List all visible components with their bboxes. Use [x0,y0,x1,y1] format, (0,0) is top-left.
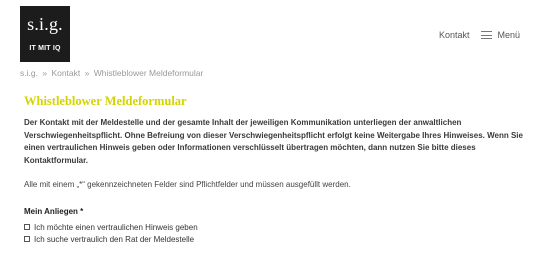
option-label: Ich möchte einen vertraulichen Hinweis g… [34,222,198,232]
site-logo[interactable]: s.i.g. IT MIT IQ [20,6,70,62]
option-seek-advice[interactable]: Ich suche vertraulich den Rat der Meldes… [24,233,524,245]
menu-button[interactable]: Menü [481,30,520,40]
required-fields-note: Alle mit einem „*“ gekennzeichneten Feld… [24,180,351,189]
breadcrumb: s.i.g. » Kontakt » Whistleblower Meldefo… [20,68,203,78]
nav-link-kontakt[interactable]: Kontakt [439,30,470,40]
breadcrumb-separator: » [84,68,90,78]
breadcrumb-current: Whistleblower Meldeformular [93,68,204,78]
option-label: Ich suche vertraulich den Rat der Meldes… [34,234,195,244]
breadcrumb-kontakt[interactable]: Kontakt [51,68,80,78]
option-confidential-tip[interactable]: Ich möchte einen vertraulichen Hinweis g… [24,221,524,233]
main-content: Whistleblower Meldeformular Der Kontakt … [24,93,524,245]
checkbox-seek-advice[interactable] [24,236,30,242]
hamburger-icon [481,31,493,39]
concern-options: Ich möchte einen vertraulichen Hinweis g… [24,221,524,245]
checkbox-confidential-tip[interactable] [24,224,30,230]
top-nav: Kontakt Menü [439,28,520,42]
intro-text: Der Kontakt mit der Meldestelle und der … [24,118,523,165]
page-title: Whistleblower Meldeformular [24,94,187,108]
logo-wordmark: s.i.g. [27,14,63,34]
logo-tagline: IT MIT IQ [29,45,61,52]
breadcrumb-separator: » [42,68,48,78]
site-header: s.i.g. IT MIT IQ Kontakt Menü [0,0,540,62]
concern-label: Mein Anliegen * [24,207,84,216]
menu-label: Menü [497,30,520,40]
breadcrumb-home[interactable]: s.i.g. [20,68,38,78]
